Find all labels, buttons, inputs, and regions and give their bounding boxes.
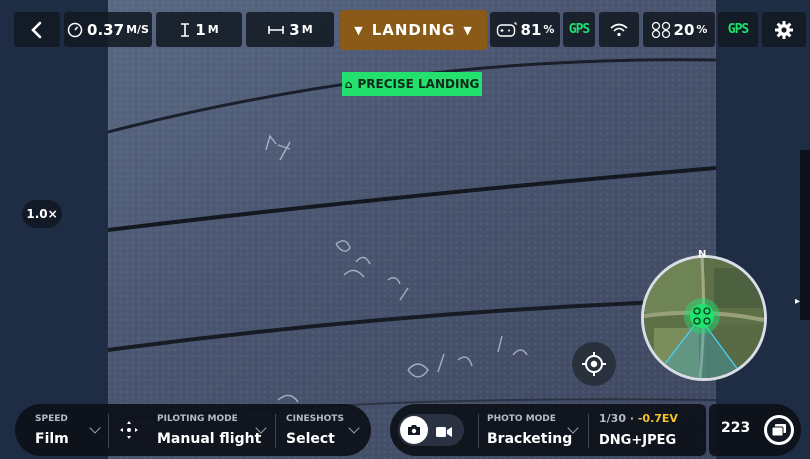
cineshots-selector[interactable]: CINESHOTS Select (276, 404, 371, 456)
piloting-mode-value: Manual flight (157, 431, 262, 447)
drone-battery-value: 20 (673, 20, 695, 39)
drone-gps-status: GPS (718, 12, 758, 47)
photo-mode-toggle[interactable] (400, 416, 428, 444)
exposure-separator: · (629, 412, 635, 425)
minimap-satellite (644, 258, 764, 378)
distance-indicator: 3M (246, 12, 334, 47)
left-side-panel (0, 0, 108, 459)
cineshots-label: CINESHOTS (286, 414, 344, 424)
top-status-bar: 0.37 M/S 1M 3M ▼ LANDING ▼ 81% GPS 20% G… (0, 0, 810, 50)
controller-icon (496, 22, 517, 37)
exposure-settings[interactable]: 1/30 · -0.7EV DNG+JPEG (589, 404, 706, 456)
controller-battery-value: 81 (520, 20, 542, 39)
distance-unit: M (301, 23, 313, 36)
wifi-icon (610, 23, 628, 36)
controller-gps-label: GPS (568, 22, 591, 37)
minimap[interactable] (641, 255, 767, 381)
piloting-mode-label: PILOTING MODE (157, 414, 238, 424)
drone-gps-label: GPS (727, 22, 750, 37)
camera-settings-bar: PHOTO MODE Bracketing 1/30 · -0.7EV DNG+… (390, 404, 706, 456)
altitude-unit: M (207, 23, 219, 36)
drawer-arrow-icon: ▸ (795, 296, 801, 307)
chevron-down-icon (89, 422, 101, 434)
photo-mode-label: PHOTO MODE (487, 414, 556, 424)
drone-battery: 20% (643, 12, 715, 47)
photo-mode-value: Bracketing (487, 431, 573, 447)
back-button[interactable] (14, 12, 60, 47)
precise-landing-label: PRECISE LANDING (357, 77, 480, 91)
flight-state-label: LANDING (371, 21, 456, 39)
speed-indicator: 0.37 M/S (64, 12, 152, 47)
photo-mode-selector[interactable]: PHOTO MODE Bracketing (479, 404, 586, 456)
drone-icon (651, 21, 670, 38)
piloting-mode-selector[interactable]: PILOTING MODE Manual flight (109, 404, 273, 456)
camera-feed (108, 0, 716, 459)
controller-battery-unit: % (543, 23, 555, 36)
wifi-status (599, 12, 639, 47)
photo-count: 223 (721, 420, 751, 436)
video-mode-toggle[interactable] (436, 423, 452, 442)
controller-battery: 81% (490, 12, 560, 47)
photo-icon (408, 425, 420, 435)
chevron-down-icon (348, 422, 360, 434)
zoom-button[interactable]: 1.0× (22, 200, 62, 228)
gallery-icon (772, 424, 786, 436)
controller-gps-status: GPS (563, 12, 595, 47)
altitude-icon (181, 22, 190, 37)
capture-mode-toggle[interactable] (398, 414, 464, 446)
speed-unit: M/S (126, 23, 149, 36)
flight-state-button[interactable]: ▼ LANDING ▼ (340, 10, 487, 50)
altitude-value: 1 (195, 20, 206, 39)
gallery-button[interactable] (764, 415, 794, 445)
distance-icon (268, 25, 285, 34)
minimap-north-label: N (698, 249, 707, 260)
shutter-speed: 1/30 (599, 412, 626, 425)
cineshots-value: Select (286, 431, 335, 447)
gallery-panel: 223 (709, 404, 801, 456)
drone-battery-unit: % (696, 23, 708, 36)
settings-icon (775, 20, 793, 39)
right-edge-drawer[interactable]: ▸ (795, 150, 810, 320)
file-format: DNG+JPEG (599, 433, 677, 448)
precise-landing-badge: ⌂ PRECISE LANDING (342, 72, 482, 96)
caret-down-icon: ▼ (354, 23, 364, 37)
speedometer-icon (67, 22, 83, 37)
video-icon (436, 427, 452, 437)
caret-down-icon: ▼ (463, 23, 473, 37)
settings-button[interactable] (762, 12, 806, 47)
right-side-panel (716, 0, 810, 459)
locate-icon (582, 352, 606, 376)
move-arrows-icon (120, 421, 138, 439)
speed-value: 0.37 (87, 20, 125, 39)
speed-mode-value: Film (35, 431, 69, 447)
exposure-compensation: -0.7EV (637, 412, 678, 425)
home-icon: ⌂ (344, 77, 353, 91)
zoom-level: 1.0× (26, 207, 58, 221)
exposure-line: 1/30 · -0.7EV (599, 412, 678, 425)
flight-settings-bar: SPEED Film PILOTING MODE Manual flight C… (15, 404, 371, 456)
distance-value: 3 (289, 20, 300, 39)
locate-button[interactable] (572, 342, 616, 386)
back-icon (31, 21, 42, 38)
speed-mode-label: SPEED (35, 414, 68, 424)
camera-view: 0.37 M/S 1M 3M ▼ LANDING ▼ 81% GPS 20% G… (0, 0, 810, 459)
speed-mode-selector[interactable]: SPEED Film (15, 404, 107, 456)
altitude-indicator: 1M (156, 12, 242, 47)
